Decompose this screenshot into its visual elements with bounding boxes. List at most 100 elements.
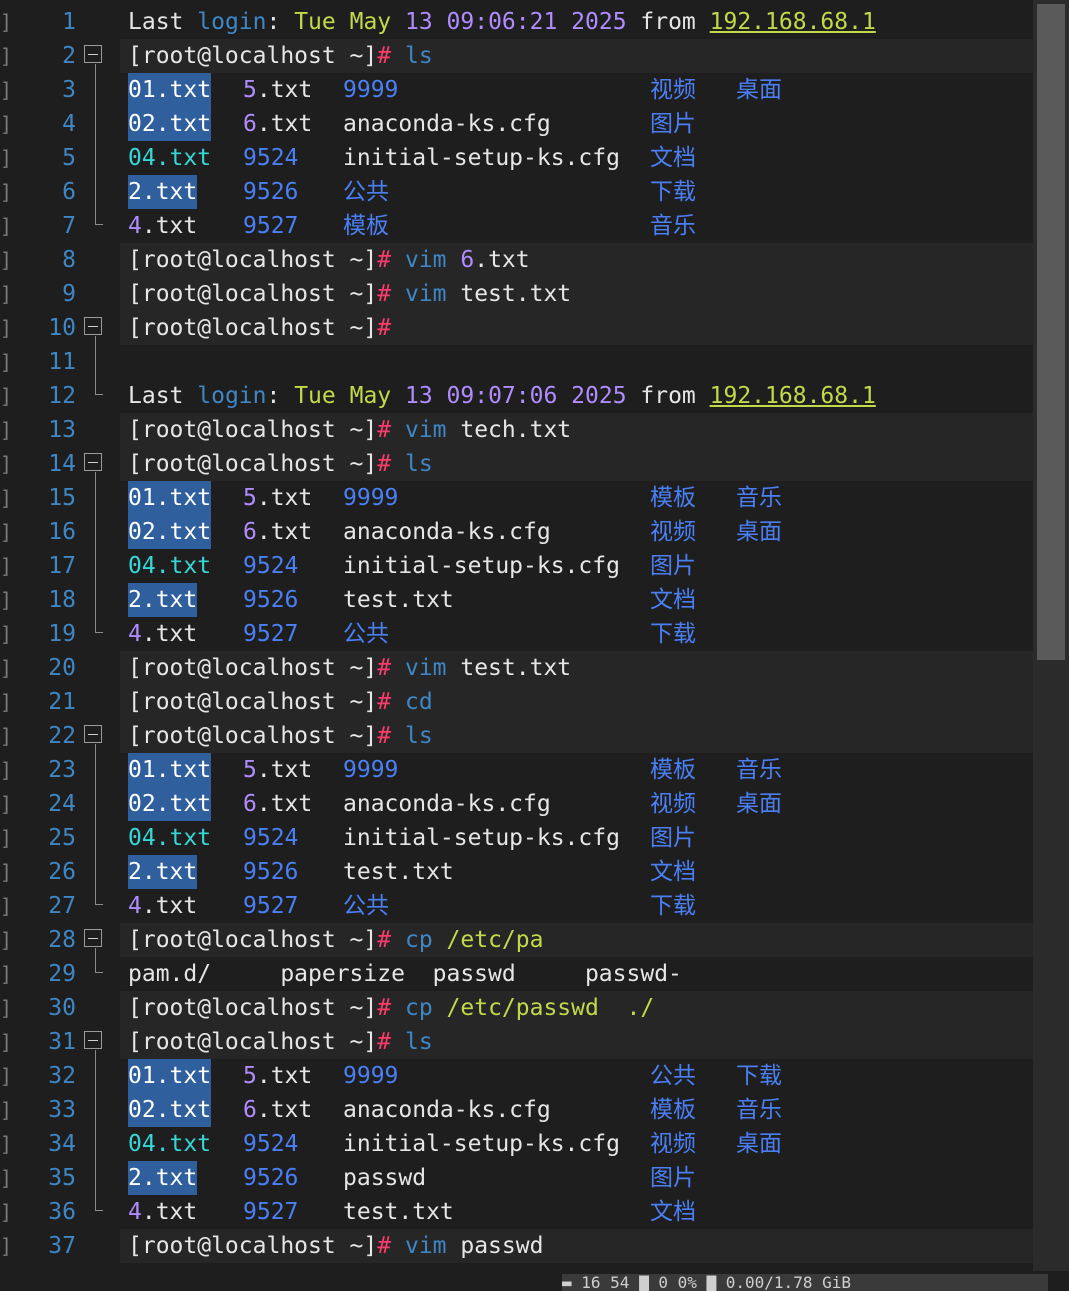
ls-entry: 4.txt: [128, 1199, 198, 1225]
editor-line[interactable]: ] 17 04.txt 9524 initial-setup-ks.cfg 图片: [0, 549, 1033, 583]
fold-collapse-icon[interactable]: [84, 453, 104, 473]
ls-entry: 04.txt: [128, 825, 212, 851]
ls-entry: 4.txt: [128, 893, 198, 919]
editor-line[interactable]: ] 36 4.txt 9527 test.txt 文档: [0, 1195, 1033, 1229]
gutter-bracket: ]: [0, 860, 13, 884]
editor-line[interactable]: ] 6 2.txt 9526 公共 下载: [0, 175, 1033, 209]
editor-line[interactable]: ] 4 02.txt 6.txt anaconda-ks.cfg 图片: [0, 107, 1033, 141]
editor-line[interactable]: ] 29 pam.d/ papersize passwd passwd-: [0, 957, 1033, 991]
text-token: [root@localhost ~]: [128, 247, 378, 273]
ls-entry: 图片: [650, 1165, 696, 1191]
editor-line[interactable]: ] 11: [0, 345, 1033, 379]
editor-line[interactable]: ] 5 04.txt 9524 initial-setup-ks.cfg 文档: [0, 141, 1033, 175]
editor-line[interactable]: ] 30 [root@localhost ~]# cp /etc/passwd ./: [0, 991, 1033, 1025]
ls-entry: 02.txt: [128, 107, 212, 141]
ls-entry: 图片: [650, 553, 696, 579]
fold-guide-line: [95, 472, 96, 633]
editor-line[interactable]: ] 14 [root@localhost ~]# ls: [0, 447, 1033, 481]
text-token: .txt: [474, 247, 530, 273]
text-token: 13 09:07:06 2025: [404, 383, 627, 409]
line-number: 24: [48, 791, 76, 817]
editor-line[interactable]: ] 7 4.txt 9527 模板 音乐: [0, 209, 1033, 243]
editor-line[interactable]: ] 35 2.txt 9526 passwd 图片: [0, 1161, 1033, 1195]
gutter-bracket: ]: [0, 826, 13, 850]
gutter-bracket: ]: [0, 758, 13, 782]
editor-line[interactable]: ] 18 2.txt 9526 test.txt 文档: [0, 583, 1033, 617]
fold-collapse-icon[interactable]: [84, 929, 104, 949]
editor-line[interactable]: ] 15 01.txt 5.txt 9999 模板 音乐: [0, 481, 1033, 515]
editor-line[interactable]: ] 8 [root@localhost ~]# vim 6.txt: [0, 243, 1033, 277]
fold-guide-line: [95, 948, 96, 973]
editor-line[interactable]: ] 33 02.txt 6.txt anaconda-ks.cfg 模板 音乐: [0, 1093, 1033, 1127]
ls-entry: initial-setup-ks.cfg: [343, 553, 620, 579]
line-content: [root@localhost ~]# vim test.txt: [128, 277, 571, 311]
editor-line[interactable]: ] 22 [root@localhost ~]# ls: [0, 719, 1033, 753]
editor-line[interactable]: ] 21 [root@localhost ~]# cd: [0, 685, 1033, 719]
gutter-bracket: ]: [0, 282, 13, 306]
vertical-scrollbar[interactable]: [1033, 0, 1069, 1271]
text-token: [root@localhost ~]: [128, 451, 378, 477]
editor-line[interactable]: ] 31 [root@localhost ~]# ls: [0, 1025, 1033, 1059]
ls-entry: 音乐: [650, 213, 696, 239]
fold-end-marker: [95, 1195, 103, 1211]
ls-entry: 5.txt: [243, 1063, 313, 1089]
ls-entry: 文档: [650, 587, 696, 613]
ls-entry: 9999: [343, 1063, 399, 1089]
editor-line[interactable]: ] 19 4.txt 9527 公共 下载: [0, 617, 1033, 651]
ls-entry: anaconda-ks.cfg: [343, 791, 551, 817]
ls-entry: 下载: [650, 621, 696, 647]
editor-line[interactable]: ] 1 Last login: Tue May 13 09:06:21 2025 f…: [0, 5, 1033, 39]
editor-line[interactable]: ] 25 04.txt 9524 initial-setup-ks.cfg 图片: [0, 821, 1033, 855]
fold-guide-line: [95, 744, 96, 905]
ls-entry: 6.txt: [243, 519, 313, 545]
ls-entry: 5.txt: [243, 485, 313, 511]
text-token: from: [626, 9, 710, 35]
scrollbar-thumb[interactable]: [1037, 4, 1065, 660]
editor-line[interactable]: ] 16 02.txt 6.txt anaconda-ks.cfg 视频 桌面: [0, 515, 1033, 549]
line-content: 4.txt 9527 模板 音乐: [128, 209, 1028, 243]
editor-line[interactable]: ] 24 02.txt 6.txt anaconda-ks.cfg 视频 桌面: [0, 787, 1033, 821]
line-number: 31: [48, 1029, 76, 1055]
text-token: #: [377, 417, 392, 443]
editor-line[interactable]: ] 12 Last login: Tue May 13 09:07:06 2025 …: [0, 379, 1033, 413]
fold-collapse-icon[interactable]: [84, 725, 104, 745]
editor-line[interactable]: ] 28 [root@localhost ~]# cp /etc/pa: [0, 923, 1033, 957]
ls-entry: 04.txt: [128, 145, 212, 171]
editor-line[interactable]: ] 13 [root@localhost ~]# vim tech.txt: [0, 413, 1033, 447]
line-content: [root@localhost ~]# vim tech.txt: [128, 413, 571, 447]
editor-line[interactable]: ] 9 [root@localhost ~]# vim test.txt: [0, 277, 1033, 311]
ls-entry: 01.txt: [128, 481, 212, 515]
editor-line[interactable]: ] 2 [root@localhost ~]# ls: [0, 39, 1033, 73]
text-editor[interactable]: ] 1 Last login: Tue May 13 09:06:21 2025 f…: [0, 0, 1033, 1271]
fold-collapse-icon[interactable]: [84, 45, 104, 65]
text-token: vim: [404, 417, 447, 443]
editor-line[interactable]: ] 34 04.txt 9524 initial-setup-ks.cfg 视频 桌面: [0, 1127, 1033, 1161]
editor-line[interactable]: ] 27 4.txt 9527 公共 下载: [0, 889, 1033, 923]
editor-line[interactable]: ] 3 01.txt 5.txt 9999 视频 桌面: [0, 73, 1033, 107]
fold-collapse-icon[interactable]: [84, 1031, 104, 1051]
line-content: 01.txt 5.txt 9999 视频 桌面: [128, 73, 1028, 107]
editor-line[interactable]: ] 26 2.txt 9526 test.txt 文档: [0, 855, 1033, 889]
line-number: 30: [48, 995, 76, 1021]
fold-guide-line: [95, 64, 96, 225]
fold-collapse-icon[interactable]: [84, 317, 104, 337]
text-token: #: [377, 247, 392, 273]
editor-line[interactable]: ] 32 01.txt 5.txt 9999 公共 下载: [0, 1059, 1033, 1093]
editor-line[interactable]: ] 23 01.txt 5.txt 9999 模板 音乐: [0, 753, 1033, 787]
line-number: 34: [48, 1131, 76, 1157]
ls-entry: 5.txt: [243, 757, 313, 783]
editor-line[interactable]: ] 20 [root@localhost ~]# vim test.txt: [0, 651, 1033, 685]
gutter-bracket: ]: [0, 112, 13, 136]
text-token: cd: [404, 689, 433, 715]
line-number: 14: [48, 451, 76, 477]
gutter-bracket: ]: [0, 996, 13, 1020]
text-token: tech.txt: [446, 417, 572, 443]
editor-line[interactable]: ] 37 [root@localhost ~]# vim passwd: [0, 1229, 1033, 1263]
text-token: test.txt: [446, 281, 572, 307]
editor-line[interactable]: ] 10 [root@localhost ~]#: [0, 311, 1033, 345]
line-content: [root@localhost ~]# cp /etc/passwd ./: [128, 991, 654, 1025]
ls-entry: 5.txt: [243, 77, 313, 103]
text-token: ls: [404, 723, 433, 749]
